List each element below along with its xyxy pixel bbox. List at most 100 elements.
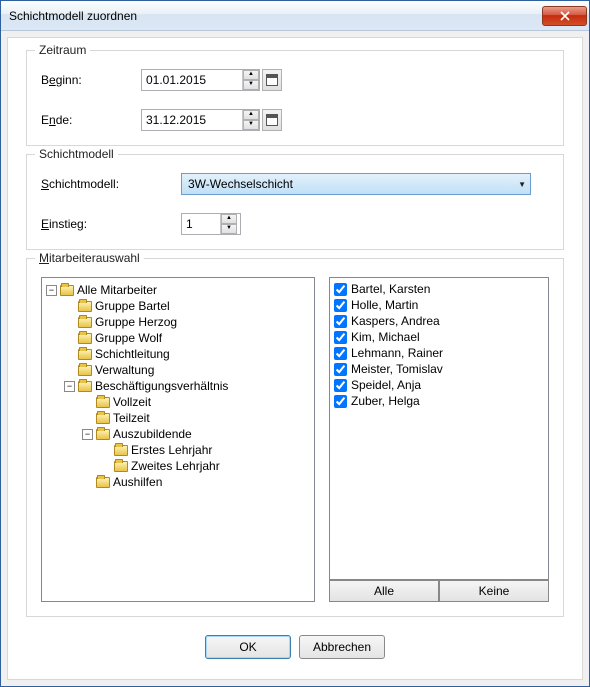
- tree-teilzeit[interactable]: Teilzeit: [82, 410, 310, 426]
- employee-checkbox[interactable]: [334, 283, 347, 296]
- employees-body: − Alle MitarbeiterGruppe BartelGruppe Her…: [41, 277, 549, 602]
- tree-group[interactable]: Gruppe Bartel: [64, 298, 310, 314]
- entry-spin-down[interactable]: ▼: [221, 224, 237, 234]
- employee-checkbox[interactable]: [334, 347, 347, 360]
- employee-name: Zuber, Helga: [351, 394, 420, 408]
- employee-name: Kaspers, Andrea: [351, 314, 440, 328]
- tree-root-label: Alle Mitarbeiter: [77, 283, 157, 297]
- employee-item[interactable]: Kaspers, Andrea: [334, 313, 544, 329]
- end-spin-down[interactable]: ▼: [243, 120, 259, 130]
- employees-group: Mitarbeiterauswahl −Alle MitarbeiterGrup…: [26, 258, 564, 617]
- employee-checkbox[interactable]: [334, 395, 347, 408]
- employee-checkbox[interactable]: [334, 363, 347, 376]
- folder-icon: [78, 381, 92, 392]
- close-button[interactable]: [542, 6, 587, 26]
- employee-name: Holle, Martin: [351, 298, 418, 312]
- calendar-icon: [266, 114, 278, 126]
- window-title: Schichtmodell zuordnen: [9, 9, 542, 23]
- dialog-window: Schichtmodell zuordnen Zeitraum Beginn: …: [0, 0, 590, 687]
- employee-item[interactable]: Bartel, Karsten: [334, 281, 544, 297]
- tree-group[interactable]: Gruppe Herzog: [64, 314, 310, 330]
- employee-name: Bartel, Karsten: [351, 282, 430, 296]
- tree-vollzeit-label: Vollzeit: [113, 395, 151, 409]
- tree-emp-rel[interactable]: − Beschäftigungsverhältnis: [64, 378, 310, 394]
- tree-lj1[interactable]: Erstes Lehrjahr: [100, 442, 310, 458]
- tree-group[interactable]: Gruppe Wolf: [64, 330, 310, 346]
- group-tree[interactable]: − Alle MitarbeiterGruppe BartelGruppe Her…: [41, 277, 315, 602]
- employee-item[interactable]: Holle, Martin: [334, 297, 544, 313]
- tree-toggle-root[interactable]: −: [46, 285, 57, 296]
- employee-checkbox[interactable]: [334, 299, 347, 312]
- tree-lj2[interactable]: Zweites Lehrjahr: [100, 458, 310, 474]
- tree-root[interactable]: − Alle Mitarbeiter: [46, 282, 310, 298]
- tree-teilzeit-label: Teilzeit: [113, 411, 150, 425]
- employee-name: Speidel, Anja: [351, 378, 421, 392]
- tree-azubi[interactable]: − Auszubildende: [82, 426, 310, 442]
- cancel-button[interactable]: Abbrechen: [299, 635, 385, 659]
- tree-toggle-azubi[interactable]: −: [82, 429, 93, 440]
- tree-vollzeit[interactable]: Vollzeit: [82, 394, 310, 410]
- begin-date-field[interactable]: ▲ ▼: [141, 69, 260, 91]
- calendar-icon: [266, 74, 278, 86]
- folder-icon: [78, 349, 92, 360]
- entry-input[interactable]: [182, 215, 220, 233]
- tree-group[interactable]: Verwaltung: [64, 362, 310, 378]
- folder-icon: [78, 301, 92, 312]
- employee-list[interactable]: Bartel, Karsten Holle, Martin Kaspers, And…: [329, 277, 549, 580]
- model-combobox[interactable]: 3W-Wechselschicht ▼: [181, 173, 531, 195]
- folder-icon: [96, 477, 110, 488]
- close-icon: [560, 11, 570, 21]
- period-group: Zeitraum Beginn: ▲ ▼ Ende: ▲: [26, 50, 564, 146]
- folder-icon: [96, 429, 110, 440]
- employee-name: Meister, Tomislav: [351, 362, 443, 376]
- end-date-input[interactable]: [142, 111, 242, 129]
- begin-date-input[interactable]: [142, 71, 242, 89]
- tree-aushilfen[interactable]: Aushilfen: [82, 474, 310, 490]
- folder-icon: [78, 365, 92, 376]
- titlebar: Schichtmodell zuordnen: [1, 1, 589, 31]
- tree-group-label: Gruppe Wolf: [95, 331, 162, 345]
- employee-name: Lehmann, Rainer: [351, 346, 443, 360]
- dialog-content: Zeitraum Beginn: ▲ ▼ Ende: ▲: [7, 37, 583, 680]
- tree-emprel-label: Beschäftigungsverhältnis: [95, 379, 228, 393]
- entry-spinner: ▲ ▼: [220, 214, 237, 234]
- end-spin-up[interactable]: ▲: [243, 110, 259, 120]
- entry-spin-up[interactable]: ▲: [221, 214, 237, 224]
- select-none-button[interactable]: Keine: [439, 580, 549, 602]
- employee-item[interactable]: Zuber, Helga: [334, 393, 544, 409]
- employee-item[interactable]: Meister, Tomislav: [334, 361, 544, 377]
- employee-item[interactable]: Kim, Michael: [334, 329, 544, 345]
- entry-stepper[interactable]: ▲ ▼: [181, 213, 241, 235]
- begin-spin-up[interactable]: ▲: [243, 70, 259, 80]
- tree-group[interactable]: Schichtleitung: [64, 346, 310, 362]
- entry-label: Einstieg:: [41, 217, 181, 231]
- begin-calendar-button[interactable]: [262, 69, 282, 91]
- folder-icon: [114, 445, 128, 456]
- folder-icon: [78, 317, 92, 328]
- tree-lj2-label: Zweites Lehrjahr: [131, 459, 220, 473]
- tree-azubi-label: Auszubildende: [113, 427, 192, 441]
- folder-icon: [114, 461, 128, 472]
- end-calendar-button[interactable]: [262, 109, 282, 131]
- select-all-button[interactable]: Alle: [329, 580, 439, 602]
- tree-toggle-emprel[interactable]: −: [64, 381, 75, 392]
- model-legend: Schichtmodell: [35, 147, 118, 161]
- tree-group-label: Schichtleitung: [95, 347, 170, 361]
- employee-item[interactable]: Lehmann, Rainer: [334, 345, 544, 361]
- employee-checkbox[interactable]: [334, 315, 347, 328]
- ok-button[interactable]: OK: [205, 635, 291, 659]
- employee-item[interactable]: Speidel, Anja: [334, 377, 544, 393]
- employee-checkbox[interactable]: [334, 379, 347, 392]
- employee-checkbox[interactable]: [334, 331, 347, 344]
- begin-label: Beginn:: [41, 73, 141, 87]
- employee-list-panel: Bartel, Karsten Holle, Martin Kaspers, And…: [329, 277, 549, 602]
- employees-legend: Mitarbeiterauswahl: [35, 251, 144, 265]
- begin-spinner: ▲ ▼: [242, 70, 259, 90]
- end-spinner: ▲ ▼: [242, 110, 259, 130]
- tree-lj1-label: Erstes Lehrjahr: [131, 443, 212, 457]
- dialog-footer: OK Abbrechen: [26, 625, 564, 669]
- folder-icon: [78, 333, 92, 344]
- begin-spin-down[interactable]: ▼: [243, 80, 259, 90]
- end-date-field[interactable]: ▲ ▼: [141, 109, 260, 131]
- model-label: Schichtmodell:: [41, 177, 181, 191]
